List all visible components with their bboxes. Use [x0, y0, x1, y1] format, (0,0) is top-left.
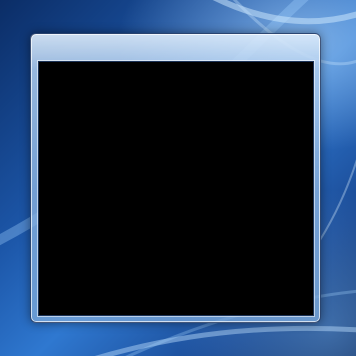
window-content-area[interactable] — [38, 61, 314, 316]
window[interactable] — [30, 33, 321, 323]
window-titlebar[interactable] — [31, 34, 320, 61]
desktop-background — [0, 0, 356, 356]
